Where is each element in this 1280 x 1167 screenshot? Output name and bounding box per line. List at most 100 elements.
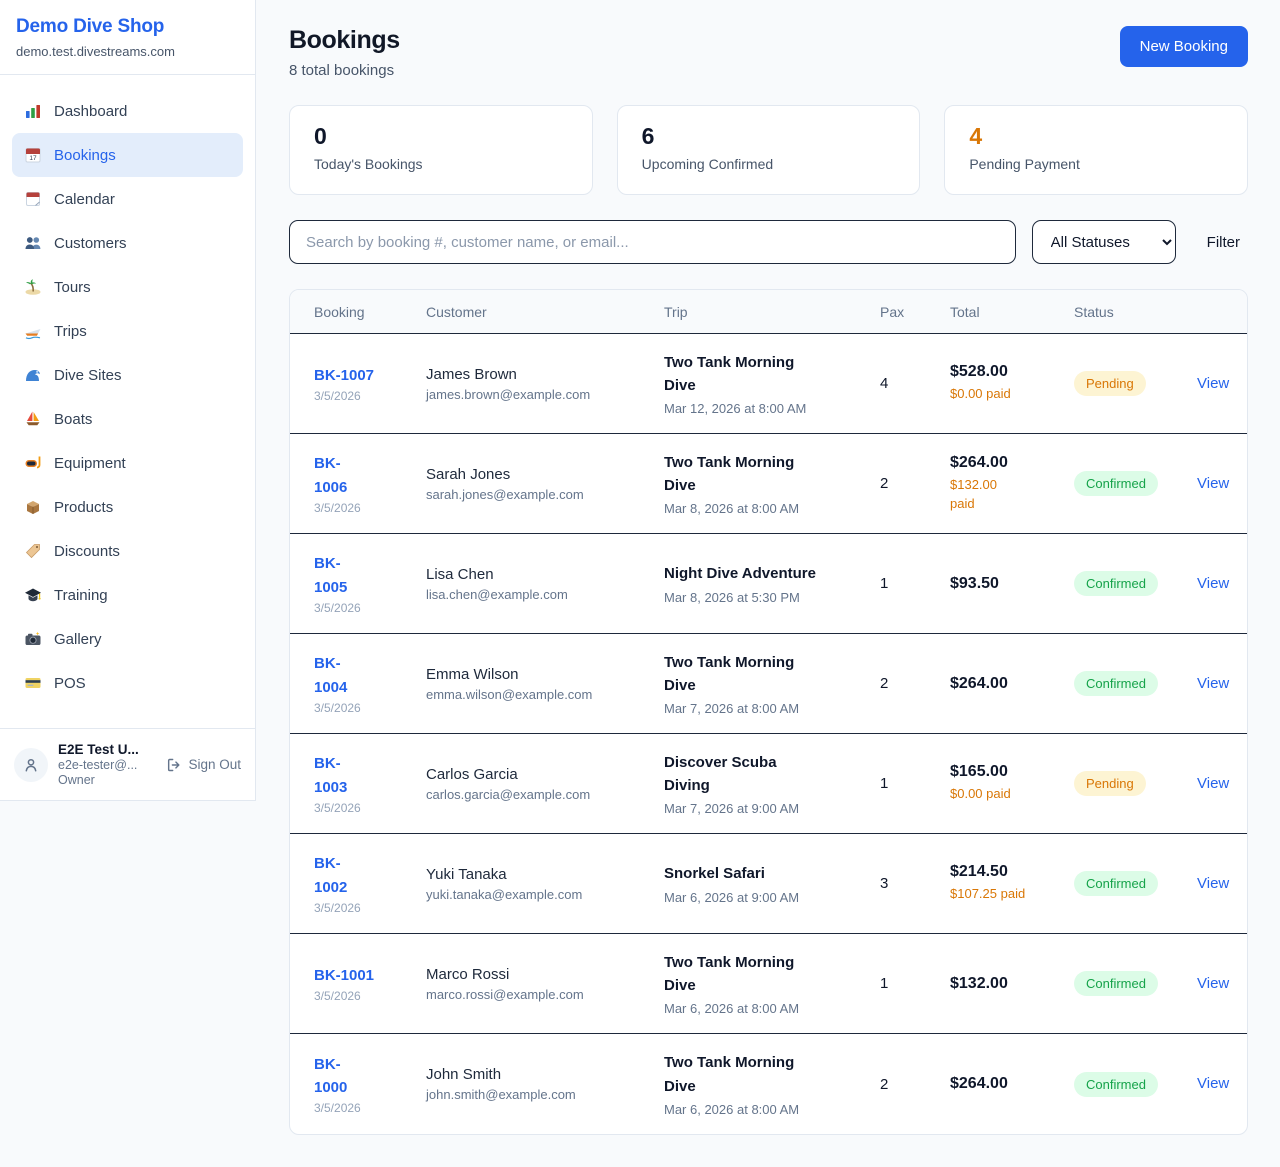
booking-id-link[interactable]: BK- 1006 [314,455,347,495]
booking-date: 3/5/2026 [314,389,412,403]
paid-amount: $107.25 paid [950,885,1060,904]
sidebar-item-label: Discounts [54,543,120,560]
trip-name: Two Tank Morning Dive [664,651,866,698]
sidebar-item-label: Calendar [54,191,115,208]
sidebar-item-training[interactable]: Training [12,573,243,617]
view-link[interactable]: View [1197,1075,1229,1092]
filter-button[interactable]: Filter [1207,234,1240,251]
pax-count: 1 [880,775,950,792]
status-filter-select[interactable]: All Statuses [1032,220,1176,264]
sidebar-item-label: Dive Sites [54,367,122,384]
sidebar-item-label: Equipment [54,455,126,472]
view-link[interactable]: View [1197,475,1229,492]
sidebar-item-label: Boats [54,411,92,428]
view-link[interactable]: View [1197,375,1229,392]
trip-name: Two Tank Morning Dive [664,951,866,998]
sign-out-icon [166,757,182,773]
total-amount: $264.00 [950,454,1060,472]
trip-name: Night Dive Adventure [664,562,866,585]
view-link[interactable]: View [1197,975,1229,992]
trip-time: Mar 7, 2026 at 8:00 AM [664,701,866,716]
stat-label: Today's Bookings [314,156,568,172]
status-badge: Pending [1074,371,1146,396]
sidebar-item-dashboard[interactable]: Dashboard [12,89,243,133]
stat-value: 6 [642,123,896,150]
customer-name: Sarah Jones [426,466,650,483]
sidebar-item-boats[interactable]: Boats [12,397,243,441]
table-row: BK-1001 3/5/2026 Marco Rossi marco.rossi… [290,934,1247,1034]
customer-name: Carlos Garcia [426,766,650,783]
user-email: e2e-tester@... [58,758,139,772]
main-content: Bookings 8 total bookings New Booking 0 … [257,0,1280,1167]
view-link[interactable]: View [1197,675,1229,692]
sign-out-button[interactable]: Sign Out [166,757,241,773]
status-badge: Confirmed [1074,471,1158,496]
pax-count: 2 [880,475,950,492]
pos-icon [24,674,42,692]
stat-label: Upcoming Confirmed [642,156,896,172]
column-header-pax: Pax [880,304,950,320]
booking-id-link[interactable]: BK- 1003 [314,755,347,795]
customer-email: carlos.garcia@example.com [426,787,650,802]
new-booking-button[interactable]: New Booking [1120,26,1248,67]
sidebar-item-discounts[interactable]: Discounts [12,529,243,573]
stat-value: 4 [969,123,1223,150]
page-subtitle: 8 total bookings [289,62,400,79]
sidebar-item-customers[interactable]: Customers [12,221,243,265]
column-header-customer: Customer [426,304,664,320]
sidebar-nav: Dashboard 17 Bookings Calendar Customers… [0,75,255,705]
sidebar-item-equipment[interactable]: Equipment [12,441,243,485]
view-link[interactable]: View [1197,575,1229,592]
booking-id-link[interactable]: BK-1007 [314,367,374,384]
trip-time: Mar 7, 2026 at 9:00 AM [664,801,866,816]
booking-date: 3/5/2026 [314,801,412,815]
search-input[interactable] [289,220,1016,264]
table-row: BK- 1002 3/5/2026 Yuki Tanaka yuki.tanak… [290,834,1247,934]
total-amount: $132.00 [950,975,1060,993]
customer-email: john.smith@example.com [426,1087,650,1102]
view-link[interactable]: View [1197,875,1229,892]
status-badge: Confirmed [1074,1072,1158,1097]
booking-id-link[interactable]: BK- 1002 [314,855,347,895]
sidebar-item-label: Tours [54,279,91,296]
customer-email: emma.wilson@example.com [426,687,650,702]
trip-time: Mar 8, 2026 at 5:30 PM [664,590,866,605]
column-header-booking: Booking [314,304,426,320]
trip-time: Mar 8, 2026 at 8:00 AM [664,501,866,516]
booking-date: 3/5/2026 [314,901,412,915]
sidebar-item-bookings[interactable]: 17 Bookings [12,133,243,177]
stat-label: Pending Payment [969,156,1223,172]
sidebar-item-label: Dashboard [54,103,127,120]
sidebar-item-trips[interactable]: Trips [12,309,243,353]
sidebar: Demo Dive Shop demo.test.divestreams.com… [0,0,256,801]
sidebar-item-tours[interactable]: Tours [12,265,243,309]
booking-date: 3/5/2026 [314,601,412,615]
bookings-table: Booking Customer Trip Pax Total Status B… [289,289,1248,1135]
pax-count: 1 [880,575,950,592]
column-header-total: Total [950,304,1074,320]
user-footer: E2E Test U... e2e-tester@... Owner Sign … [0,728,255,800]
booking-id-link[interactable]: BK-1001 [314,967,374,984]
sidebar-item-label: Trips [54,323,87,340]
customer-name: Marco Rossi [426,966,650,983]
table-row: BK-1007 3/5/2026 James Brown james.brown… [290,334,1247,434]
pax-count: 2 [880,675,950,692]
booking-id-link[interactable]: BK- 1004 [314,655,347,695]
sidebar-item-calendar[interactable]: Calendar [12,177,243,221]
trip-time: Mar 6, 2026 at 8:00 AM [664,1102,866,1117]
view-link[interactable]: View [1197,775,1229,792]
table-row: BK- 1000 3/5/2026 John Smith john.smith@… [290,1034,1247,1134]
page-title: Bookings [289,26,400,55]
booking-date: 3/5/2026 [314,501,412,515]
total-amount: $214.50 [950,863,1060,881]
tours-icon [24,278,42,296]
sidebar-item-pos[interactable]: POS [12,661,243,705]
total-amount: $528.00 [950,363,1060,381]
booking-id-link[interactable]: BK- 1000 [314,1056,347,1096]
customer-email: marco.rossi@example.com [426,987,650,1002]
sidebar-item-products[interactable]: Products [12,485,243,529]
sidebar-item-dive-sites[interactable]: Dive Sites [12,353,243,397]
booking-id-link[interactable]: BK- 1005 [314,555,347,595]
total-amount: $165.00 [950,763,1060,781]
sidebar-item-gallery[interactable]: Gallery [12,617,243,661]
